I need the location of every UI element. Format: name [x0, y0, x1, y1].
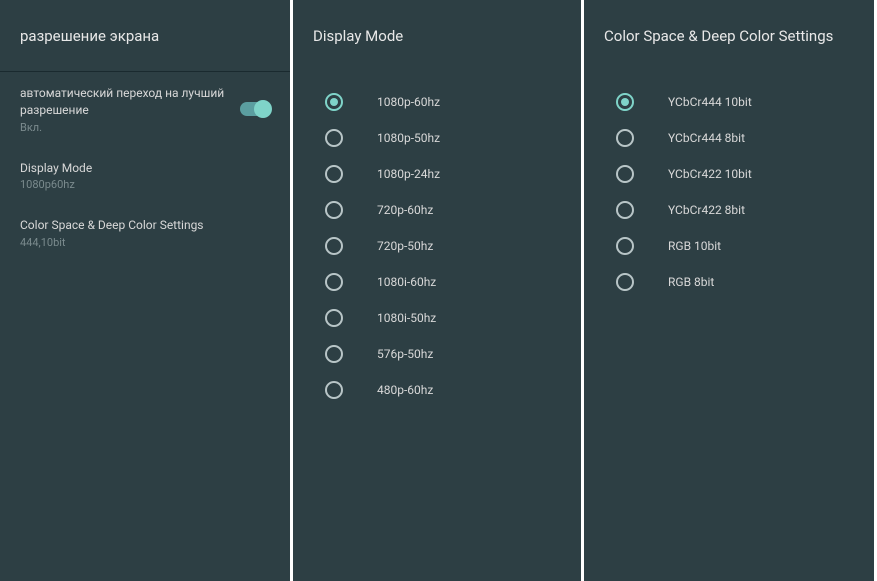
- display-mode-option[interactable]: 720p-60hz: [293, 192, 581, 228]
- color-space-option[interactable]: YCbCr444 8bit: [584, 120, 874, 156]
- radio-label: 1080i-60hz: [377, 275, 436, 289]
- radio-icon: [325, 93, 343, 111]
- panel-title-text: Color Space & Deep Color Settings: [604, 27, 833, 45]
- color-space-option[interactable]: YCbCr422 8bit: [584, 192, 874, 228]
- radio-label: 720p-50hz: [377, 239, 433, 253]
- display-mode-option[interactable]: 1080i-50hz: [293, 300, 581, 336]
- display-mode-option[interactable]: 576p-50hz: [293, 336, 581, 372]
- display-mode-setting[interactable]: Display Mode 1080p60hz: [0, 147, 290, 205]
- radio-icon: [616, 237, 634, 255]
- panel-title: Display Mode: [293, 0, 581, 72]
- panel-title-text: разрешение экрана: [20, 27, 159, 45]
- color-space-option[interactable]: RGB 10bit: [584, 228, 874, 264]
- radio-icon: [325, 165, 343, 183]
- color-space-list: YCbCr444 10bit YCbCr444 8bit YCbCr422 10bi…: [584, 72, 874, 300]
- radio-label: 1080p-60hz: [377, 95, 440, 109]
- setting-subtitle: 444,10bit: [20, 236, 270, 249]
- radio-label: 720p-60hz: [377, 203, 433, 217]
- radio-label: RGB 10bit: [668, 239, 721, 253]
- radio-icon: [616, 165, 634, 183]
- radio-label: YCbCr422 10bit: [668, 167, 752, 181]
- setting-title: автоматический переход на лучший разреше…: [20, 85, 230, 119]
- radio-icon: [325, 381, 343, 399]
- display-mode-option[interactable]: 720p-50hz: [293, 228, 581, 264]
- auto-resolution-setting[interactable]: автоматический переход на лучший разреше…: [0, 72, 290, 147]
- radio-icon: [325, 129, 343, 147]
- color-space-option[interactable]: YCbCr444 10bit: [584, 84, 874, 120]
- display-mode-option[interactable]: 1080i-60hz: [293, 264, 581, 300]
- radio-icon: [325, 201, 343, 219]
- radio-label: 576p-50hz: [377, 347, 433, 361]
- setting-title: Display Mode: [20, 160, 270, 177]
- display-mode-option[interactable]: 1080p-60hz: [293, 84, 581, 120]
- display-mode-option[interactable]: 1080p-24hz: [293, 156, 581, 192]
- color-space-setting[interactable]: Color Space & Deep Color Settings 444,10…: [0, 204, 290, 262]
- radio-label: 1080p-50hz: [377, 131, 440, 145]
- radio-label: RGB 8bit: [668, 275, 714, 289]
- radio-icon: [325, 309, 343, 327]
- setting-text: Display Mode 1080p60hz: [20, 160, 270, 192]
- radio-label: 1080p-24hz: [377, 167, 440, 181]
- radio-label: 1080i-50hz: [377, 311, 436, 325]
- display-mode-option[interactable]: 1080p-50hz: [293, 120, 581, 156]
- display-mode-panel: Display Mode 1080p-60hz 1080p-50hz 1080p-2…: [293, 0, 584, 581]
- setting-text: автоматический переход на лучший разреше…: [20, 85, 230, 134]
- color-space-option[interactable]: YCbCr422 10bit: [584, 156, 874, 192]
- radio-icon: [325, 345, 343, 363]
- radio-label: YCbCr444 8bit: [668, 131, 745, 145]
- radio-icon: [616, 201, 634, 219]
- panel-title-text: Display Mode: [313, 27, 403, 45]
- display-mode-option[interactable]: 480p-60hz: [293, 372, 581, 408]
- screen-resolution-panel: разрешение экрана автоматический переход…: [0, 0, 293, 581]
- toggle-switch[interactable]: [240, 102, 270, 116]
- radio-label: 480p-60hz: [377, 383, 433, 397]
- radio-label: YCbCr444 10bit: [668, 95, 752, 109]
- color-space-panel: Color Space & Deep Color Settings YCbCr4…: [584, 0, 877, 581]
- radio-label: YCbCr422 8bit: [668, 203, 745, 217]
- display-mode-list: 1080p-60hz 1080p-50hz 1080p-24hz 720p-60hz 7…: [293, 72, 581, 408]
- radio-icon: [616, 273, 634, 291]
- setting-text: Color Space & Deep Color Settings 444,10…: [20, 217, 270, 249]
- radio-icon: [616, 93, 634, 111]
- panel-title: Color Space & Deep Color Settings: [584, 0, 874, 72]
- radio-icon: [325, 273, 343, 291]
- panel-title: разрешение экрана: [0, 0, 290, 72]
- color-space-option[interactable]: RGB 8bit: [584, 264, 874, 300]
- setting-subtitle: 1080p60hz: [20, 178, 270, 191]
- setting-subtitle: Вкл.: [20, 121, 230, 134]
- radio-icon: [325, 237, 343, 255]
- radio-icon: [616, 129, 634, 147]
- setting-title: Color Space & Deep Color Settings: [20, 217, 270, 234]
